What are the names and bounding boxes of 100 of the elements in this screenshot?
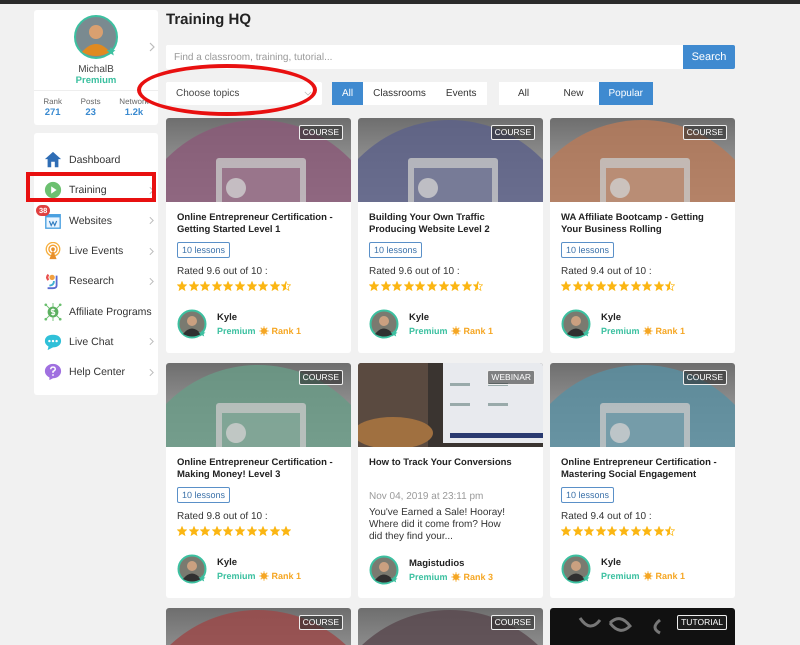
star-icon — [188, 526, 199, 536]
play-icon — [44, 181, 62, 200]
membership-label: Premium — [601, 571, 640, 581]
chevron-icon — [149, 186, 154, 195]
type-badge: COURSE — [490, 125, 535, 140]
author-name[interactable]: Kyle — [217, 312, 302, 323]
training-card[interactable]: COURSE — [166, 608, 351, 645]
training-card[interactable]: COURSE — [358, 608, 543, 645]
type-badge: WEBINAR — [487, 370, 535, 385]
rank-label: Rank 1 — [272, 326, 302, 336]
star-icon — [392, 281, 402, 291]
chevron-icon — [149, 246, 154, 256]
star-icon — [438, 281, 449, 291]
author-name[interactable]: Kyle — [601, 557, 686, 568]
nav-item[interactable]: Training — [34, 175, 158, 206]
filter-tab[interactable]: All — [332, 82, 364, 105]
star-icon — [596, 526, 606, 536]
rating-text: Rated 9.4 out of 10 : — [561, 511, 653, 522]
stat-value: 23 — [85, 107, 96, 119]
star-icon — [246, 526, 257, 536]
username: MichalB — [78, 64, 114, 75]
nav-item[interactable]: Live Events — [34, 236, 158, 266]
star-icon — [258, 526, 268, 536]
star-icon — [270, 526, 280, 536]
star-icon — [234, 526, 245, 536]
card-title: Online Entrepreneur Certification - Getting Started Level 1 — [177, 212, 334, 236]
author-name[interactable]: Kyle — [217, 557, 302, 568]
help-bubble-icon — [44, 363, 62, 382]
star-icon — [630, 281, 641, 291]
star-icon — [177, 281, 187, 291]
membership-label: Premium — [409, 326, 448, 336]
author-name[interactable]: Magistudios — [409, 558, 494, 569]
star-icon — [369, 281, 379, 291]
browser-window-icon — [44, 212, 62, 230]
training-card[interactable]: COURSE Online Entrepreneur Certification - Making Money! Level 3 10 lessons Rated 9.8 out of 10 : Kyle Premium Rank 1 — [166, 363, 351, 598]
search-field[interactable]: Find a classroom, training, tutorial... — [166, 45, 683, 69]
training-card[interactable]: TUTORIAL — [550, 608, 735, 645]
rating-text: Rated 9.4 out of 10 : — [561, 266, 653, 277]
training-card[interactable]: COURSE Online Entrepreneur Certification - Mastering Social Engagement 10 lessons Rated 9.4 out of 10 : Kyle Premium Rank 1 — [550, 363, 735, 598]
stat-value: 1.2k — [124, 107, 144, 119]
avatar[interactable] — [177, 309, 207, 339]
sun-icon — [450, 572, 461, 582]
broadcast-icon — [44, 242, 62, 260]
card-title: WA Affiliate Bootcamp - Getting Your Business Rolling — [561, 212, 705, 236]
type-badge: COURSE — [298, 615, 343, 630]
type-badge: COURSE — [490, 615, 535, 630]
avatar[interactable] — [369, 555, 399, 585]
lessons-tag: 10 lessons — [177, 487, 230, 503]
nav-item[interactable]: Research — [34, 266, 158, 296]
star-icon — [450, 281, 460, 291]
lessons-tag: 10 lessons — [561, 487, 614, 503]
author-name[interactable]: Kyle — [409, 312, 494, 323]
training-card[interactable]: COURSE Online Entrepreneur Certification - Getting Started Level 1 10 lessons Rated 9.6 out of 10 : Kyle Premium Rank 1 — [166, 118, 351, 353]
card-title: Building Your Own Traffic Producing Website Level 2 — [369, 212, 491, 236]
membership-label: Premium — [76, 75, 116, 86]
training-card[interactable]: COURSE WA Affiliate Bootcamp - Getting Your Business Rolling 10 lessons Rated 9.4 out of 10 : Kyle Premium Rank 1 — [550, 118, 735, 353]
star-icon — [200, 526, 210, 536]
membership-label: Premium — [601, 326, 640, 336]
membership-label: Premium — [217, 326, 256, 336]
rank-label: Rank 3 — [464, 572, 494, 582]
nav-item[interactable]: Dashboard — [34, 145, 158, 176]
rank-label: Rank 1 — [656, 571, 686, 581]
star-icon — [642, 526, 652, 536]
star-icon — [607, 526, 618, 536]
star-icon — [572, 281, 583, 291]
avatar[interactable] — [369, 309, 399, 339]
rank-label: Rank 1 — [272, 571, 302, 581]
star-icon — [188, 281, 199, 291]
sun-icon — [450, 326, 461, 336]
avatar[interactable] — [561, 554, 591, 584]
sun-icon — [258, 326, 269, 336]
network-icon — [44, 302, 62, 321]
star-icon — [246, 281, 257, 291]
rank-label: Rank 1 — [464, 326, 494, 336]
star-icon — [415, 281, 426, 291]
sort-tab[interactable]: Popular — [598, 82, 653, 105]
type-badge: COURSE — [682, 125, 727, 140]
type-badge: TUTORIAL — [677, 615, 727, 630]
training-card[interactable]: COURSE Building Your Own Traffic Producing Website Level 2 10 lessons Rated 9.6 out of 10 : Kyle Premium Rank 1 — [358, 118, 543, 353]
author-name[interactable]: Kyle — [601, 312, 686, 323]
chevron-icon — [149, 216, 154, 226]
star-icon — [473, 281, 484, 291]
avatar[interactable] — [177, 554, 207, 584]
type-badge: COURSE — [298, 125, 343, 140]
avatar[interactable] — [561, 309, 591, 339]
nav-item[interactable]: Live Chat — [34, 326, 158, 358]
training-card[interactable]: WEBINAR How to Track Your Conversions Nov 04, 2019 at 23:11 pm You've Earned a Sale! Hooray! Where did it come from? How did they find your... Magistudios Premium Rank 3 — [358, 363, 543, 598]
star-icon — [281, 526, 292, 536]
star-icon — [584, 526, 594, 536]
page-title: Training HQ — [166, 10, 252, 29]
nav-item[interactable]: Affiliate Programs — [34, 296, 158, 327]
date-text: Nov 04, 2019 at 23:11 pm — [369, 491, 484, 502]
star-icon — [618, 526, 629, 536]
star-icon — [281, 281, 292, 291]
star-icon — [561, 526, 571, 536]
chevron-icon — [149, 368, 154, 377]
search-button[interactable]: Search — [683, 45, 735, 69]
nav-item[interactable]: Help Center — [34, 357, 158, 388]
star-icon — [584, 281, 594, 291]
topic-dropdown[interactable]: Choose topics — [166, 82, 322, 105]
